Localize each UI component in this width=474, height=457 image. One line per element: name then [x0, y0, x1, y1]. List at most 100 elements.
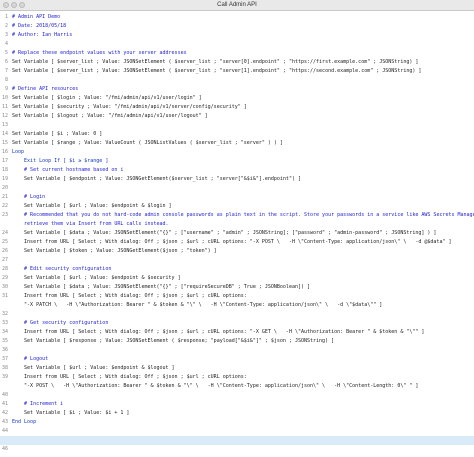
script-line[interactable]: 15 Set Variable [ $range ; Value: ValueCo… [0, 139, 474, 148]
script-line[interactable]: 4 [0, 40, 474, 49]
script-comment: # Login [12, 194, 46, 200]
script-step: Set Variable [ $login ; Value: "/fmi/adm… [12, 95, 202, 101]
line-number: 22 [1, 203, 8, 209]
script-line[interactable]: 23 # Recommended that you do not hard-co… [0, 211, 474, 220]
script-comment: # Define API resources [12, 86, 79, 92]
script-step: Set Variable [ $url ; Value: $endpoint &… [12, 275, 181, 281]
script-step: Insert from URL [ Select ; With dialog: … [12, 374, 247, 380]
line-number: 40 [1, 392, 8, 398]
line-number: 30 [1, 284, 8, 290]
script-line[interactable]: 43 End Loop [0, 418, 474, 427]
line-number: 19 [1, 176, 8, 182]
script-comment: # Author: Ian Harris [12, 32, 73, 38]
line-number: 14 [1, 131, 8, 137]
script-line[interactable]: 5 # Replace these endpoint values with yo… [0, 49, 474, 58]
script-line[interactable]: 8 [0, 76, 474, 85]
script-line[interactable]: 20 [0, 184, 474, 193]
line-number: 13 [1, 122, 8, 128]
script-line[interactable]: 18 # Set current hostname based on i [0, 166, 474, 175]
line-number: 31 [1, 293, 8, 299]
line-number: 35 [1, 338, 8, 344]
script-line[interactable]: 41 # Increment i [0, 400, 474, 409]
script-editor-window: Call Admin API 1 # Admin API Demo 2 # Date:… [0, 0, 474, 457]
script-line[interactable]: 9 # Define API resources [0, 85, 474, 94]
script-line[interactable]: 40 [0, 391, 474, 400]
line-number: 4 [4, 41, 8, 47]
script-line[interactable]: 11 Set Variable [ $security ; Value: "/fm… [0, 103, 474, 112]
script-line[interactable]: "-X PATCH \ -H \"Authorization: Bearer "… [0, 301, 474, 310]
line-number: 41 [1, 401, 8, 407]
line-number: 25 [1, 239, 8, 245]
script-line[interactable]: retrieve them via Insert from URL calls … [0, 220, 474, 229]
line-number: 17 [1, 158, 8, 164]
script-line[interactable]: 30 Set Variable [ $data ; Value: JSONSet… [0, 283, 474, 292]
script-line[interactable]: 13 [0, 121, 474, 130]
line-number: 23 [1, 212, 8, 218]
line-number: 32 [1, 311, 8, 317]
line-number: 34 [1, 329, 8, 335]
script-line[interactable]: 6 Set Variable [ $server_list ; Value: JS… [0, 58, 474, 67]
script-comment: # Replace these endpoint values with you… [12, 50, 187, 56]
script-line[interactable]: 36 [0, 346, 474, 355]
line-number: 15 [1, 140, 8, 146]
script-line[interactable]: 39 Insert from URL [ Select ; With dialo… [0, 373, 474, 382]
script-line[interactable]: 22 Set Variable [ $url ; Value: $endpoin… [0, 202, 474, 211]
script-line[interactable]: 16 Loop [0, 148, 474, 157]
line-number: 38 [1, 365, 8, 371]
script-line[interactable]: 46 [0, 445, 474, 454]
title-bar[interactable]: Call Admin API [0, 0, 474, 11]
script-line[interactable]: 1 # Admin API Demo [0, 13, 474, 22]
script-comment: # Admin API Demo [12, 14, 61, 20]
line-number: 10 [1, 95, 8, 101]
script-step: Set Variable [ $url ; Value: $endpoint &… [12, 203, 172, 209]
current-insertion-line[interactable] [0, 436, 474, 445]
script-line[interactable]: 38 Set Variable [ $url ; Value: $endpoin… [0, 364, 474, 373]
script-line[interactable]: 44 [0, 427, 474, 436]
line-number: 1 [4, 14, 8, 20]
line-number: 11 [1, 104, 8, 110]
script-line[interactable]: 10 Set Variable [ $login ; Value: "/fmi/a… [0, 94, 474, 103]
script-step: Set Variable [ $range ; Value: ValueCoun… [12, 140, 283, 146]
script-control-step: Exit Loop If [ $i ≥ $range ] [12, 158, 109, 164]
window-title: Call Admin API [217, 2, 257, 8]
script-line[interactable]: 31 Insert from URL [ Select ; With dialo… [0, 292, 474, 301]
script-line[interactable]: 3 # Author: Ian Harris [0, 31, 474, 40]
script-step: Set Variable [ $token ; Value: JSONGetEl… [12, 248, 217, 254]
script-line[interactable]: 28 # Edit security configuration [0, 265, 474, 274]
script-line[interactable]: 24 Set Variable [ $data ; Value: JSONSet… [0, 229, 474, 238]
script-step: Set Variable [ $i ; Value: 0 ] [12, 131, 103, 137]
script-step: "-X POST \ -H \"Authorization: Bearer " … [12, 383, 419, 389]
line-number: 2 [4, 23, 8, 29]
script-line[interactable]: 7 Set Variable [ $server_list ; Value: JS… [0, 67, 474, 76]
line-number: 27 [1, 257, 8, 263]
line-number: 26 [1, 248, 8, 254]
script-line[interactable]: 12 Set Variable [ $logout ; Value: "/fmi/… [0, 112, 474, 121]
script-comment: # Logout [12, 356, 49, 362]
script-line[interactable]: 35 Set Variable [ $response ; Value: JSO… [0, 337, 474, 346]
line-number: 42 [1, 410, 8, 416]
script-line[interactable]: 2 # Date: 2018/05/18 [0, 22, 474, 31]
line-number: 46 [1, 446, 8, 452]
script-step: Set Variable [ $url ; Value: $endpoint &… [12, 365, 175, 371]
script-line[interactable]: 26 Set Variable [ $token ; Value: JSONGe… [0, 247, 474, 256]
line-number: 28 [1, 266, 8, 272]
script-editor[interactable]: 1 # Admin API Demo 2 # Date: 2018/05/18 3 # A… [0, 11, 474, 457]
script-line[interactable]: 42 Set Variable [ $i ; Value: $i + 1 ] [0, 409, 474, 418]
line-number: 3 [4, 32, 8, 38]
script-step: Set Variable [ $logout ; Value: "/fmi/ad… [12, 113, 208, 119]
line-number: 9 [4, 86, 8, 92]
script-line[interactable]: 34 Insert from URL [ Select ; With dialo… [0, 328, 474, 337]
script-line[interactable]: 33 # Get security configuration [0, 319, 474, 328]
script-line[interactable]: 17 Exit Loop If [ $i ≥ $range ] [0, 157, 474, 166]
script-line[interactable]: 21 # Login [0, 193, 474, 202]
script-line[interactable]: 19 Set Variable [ $endpoint ; Value: JSO… [0, 175, 474, 184]
script-line[interactable]: 32 [0, 310, 474, 319]
script-line[interactable]: "-X POST \ -H \"Authorization: Bearer " … [0, 382, 474, 391]
script-step: Insert from URL [ Select ; With dialog: … [12, 239, 452, 245]
script-line[interactable]: 25 Insert from URL [ Select ; With dialo… [0, 238, 474, 247]
script-line[interactable]: 37 # Logout [0, 355, 474, 364]
line-number: 33 [1, 320, 8, 326]
script-line[interactable]: 29 Set Variable [ $url ; Value: $endpoin… [0, 274, 474, 283]
script-line[interactable]: 27 [0, 256, 474, 265]
script-line[interactable]: 14 Set Variable [ $i ; Value: 0 ] [0, 130, 474, 139]
